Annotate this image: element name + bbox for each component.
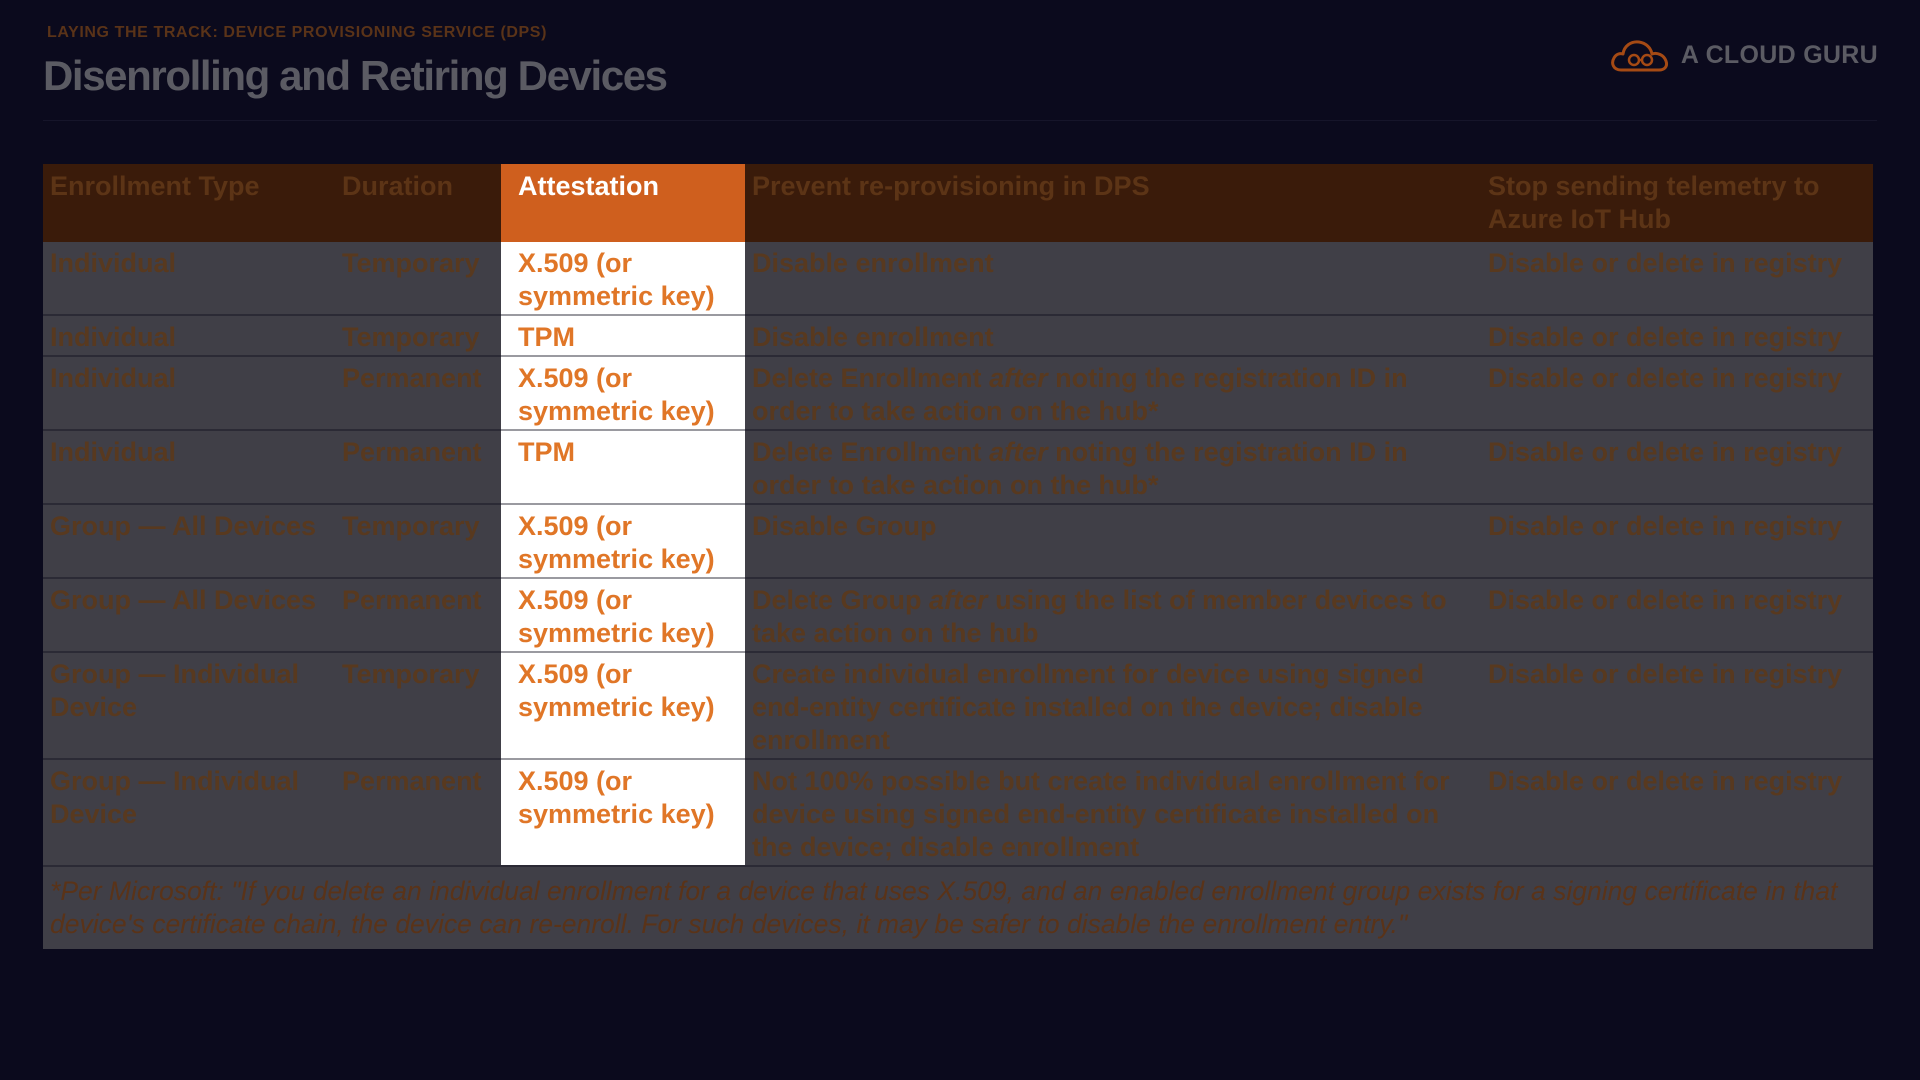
cell-duration: Permanent (335, 577, 501, 652)
cell-stop-telemetry: Disable or delete in registry (1481, 355, 1873, 430)
prevent-emphasis: after (989, 363, 1048, 393)
prevent-emphasis: after (929, 585, 988, 615)
prevent-text: Disable enrollment (752, 322, 994, 352)
cell-attestation: TPM (501, 314, 745, 356)
prevent-text: Delete Enrollment (752, 363, 990, 393)
cell-enrollment-type: Group — Individual Device (43, 651, 335, 759)
cell-attestation: X.509 (or symmetric key) (501, 577, 745, 652)
cell-attestation: TPM (501, 429, 745, 504)
cell-enrollment-type: Group — Individual Device (43, 758, 335, 866)
cell-duration: Temporary (335, 503, 501, 578)
cell-enrollment-type: Individual (43, 242, 335, 315)
cell-duration: Permanent (335, 355, 501, 430)
cell-prevent: Delete Enrollment after noting the regis… (745, 355, 1481, 430)
header-duration: Duration (335, 164, 501, 242)
slide-kicker: LAYING THE TRACK: DEVICE PROVISIONING SE… (47, 24, 547, 41)
table-row: Group — All Devices Permanent X.509 (or … (43, 577, 1873, 652)
header-enrollment-type: Enrollment Type (43, 164, 335, 242)
cell-prevent: Delete Enrollment after noting the regis… (745, 429, 1481, 504)
table-row: Individual Permanent TPM Delete Enrollme… (43, 429, 1873, 504)
prevent-text: Disable Group (752, 511, 937, 541)
table-row: Individual Temporary X.509 (or symmetric… (43, 242, 1873, 315)
cell-attestation: X.509 (or symmetric key) (501, 242, 745, 315)
cloud-icon (1609, 36, 1671, 74)
header-attestation: Attestation (501, 164, 745, 242)
cell-duration: Temporary (335, 314, 501, 356)
cell-prevent: Disable Group (745, 503, 1481, 578)
disenroll-table-container: Enrollment Type Duration Attestation Pre… (43, 164, 1873, 949)
header-prevent-reprovisioning: Prevent re-provisioning in DPS (745, 164, 1481, 242)
cell-attestation: X.509 (or symmetric key) (501, 503, 745, 578)
prevent-text: Create individual enrollment for device … (752, 659, 1425, 755)
prevent-text: Delete Enrollment (752, 437, 990, 467)
cell-prevent: Disable enrollment (745, 242, 1481, 315)
cell-stop-telemetry: Disable or delete in registry (1481, 503, 1873, 578)
header-divider (43, 120, 1877, 121)
cell-stop-telemetry: Disable or delete in registry (1481, 429, 1873, 504)
cell-duration: Permanent (335, 758, 501, 866)
cell-enrollment-type: Individual (43, 355, 335, 430)
brand-logo: A CLOUD GURU (1609, 36, 1878, 74)
cell-prevent: Delete Group after using the list of mem… (745, 577, 1481, 652)
cell-stop-telemetry: Disable or delete in registry (1481, 314, 1873, 356)
cell-attestation: X.509 (or symmetric key) (501, 758, 745, 866)
cell-stop-telemetry: Disable or delete in registry (1481, 651, 1873, 759)
cell-enrollment-type: Group — All Devices (43, 503, 335, 578)
cell-prevent: Disable enrollment (745, 314, 1481, 356)
table-row: Individual Permanent X.509 (or symmetric… (43, 355, 1873, 430)
table-row: Individual Temporary TPM Disable enrollm… (43, 314, 1873, 356)
cell-stop-telemetry: Disable or delete in registry (1481, 758, 1873, 866)
cell-attestation: X.509 (or symmetric key) (501, 651, 745, 759)
prevent-text: Delete Group (752, 585, 930, 615)
prevent-emphasis: after (989, 437, 1048, 467)
table-row: Group — Individual Device Permanent X.50… (43, 758, 1873, 866)
footnote-row: *Per Microsoft: "If you delete an indivi… (43, 865, 1873, 949)
slide-title: Disenrolling and Retiring Devices (43, 52, 668, 99)
cell-prevent: Create individual enrollment for device … (745, 651, 1481, 759)
prevent-text: Not 100% possible but create individual … (752, 766, 1450, 862)
cell-enrollment-type: Group — All Devices (43, 577, 335, 652)
table-footnote: *Per Microsoft: "If you delete an indivi… (43, 865, 1873, 949)
table-row: Group — All Devices Temporary X.509 (or … (43, 503, 1873, 578)
cell-stop-telemetry: Disable or delete in registry (1481, 577, 1873, 652)
cell-enrollment-type: Individual (43, 429, 335, 504)
cell-duration: Temporary (335, 651, 501, 759)
disenroll-table: Enrollment Type Duration Attestation Pre… (43, 164, 1873, 949)
cell-enrollment-type: Individual (43, 314, 335, 356)
header-stop-telemetry: Stop sending telemetry to Azure IoT Hub (1481, 164, 1873, 242)
cell-prevent: Not 100% possible but create individual … (745, 758, 1481, 866)
table-row: Group — Individual Device Temporary X.50… (43, 651, 1873, 759)
cell-attestation: X.509 (or symmetric key) (501, 355, 745, 430)
table-header-row: Enrollment Type Duration Attestation Pre… (43, 164, 1873, 242)
prevent-text: Disable enrollment (752, 248, 994, 278)
logo-text: A CLOUD GURU (1680, 40, 1878, 69)
cell-stop-telemetry: Disable or delete in registry (1481, 242, 1873, 315)
cell-duration: Permanent (335, 429, 501, 504)
cell-duration: Temporary (335, 242, 501, 315)
